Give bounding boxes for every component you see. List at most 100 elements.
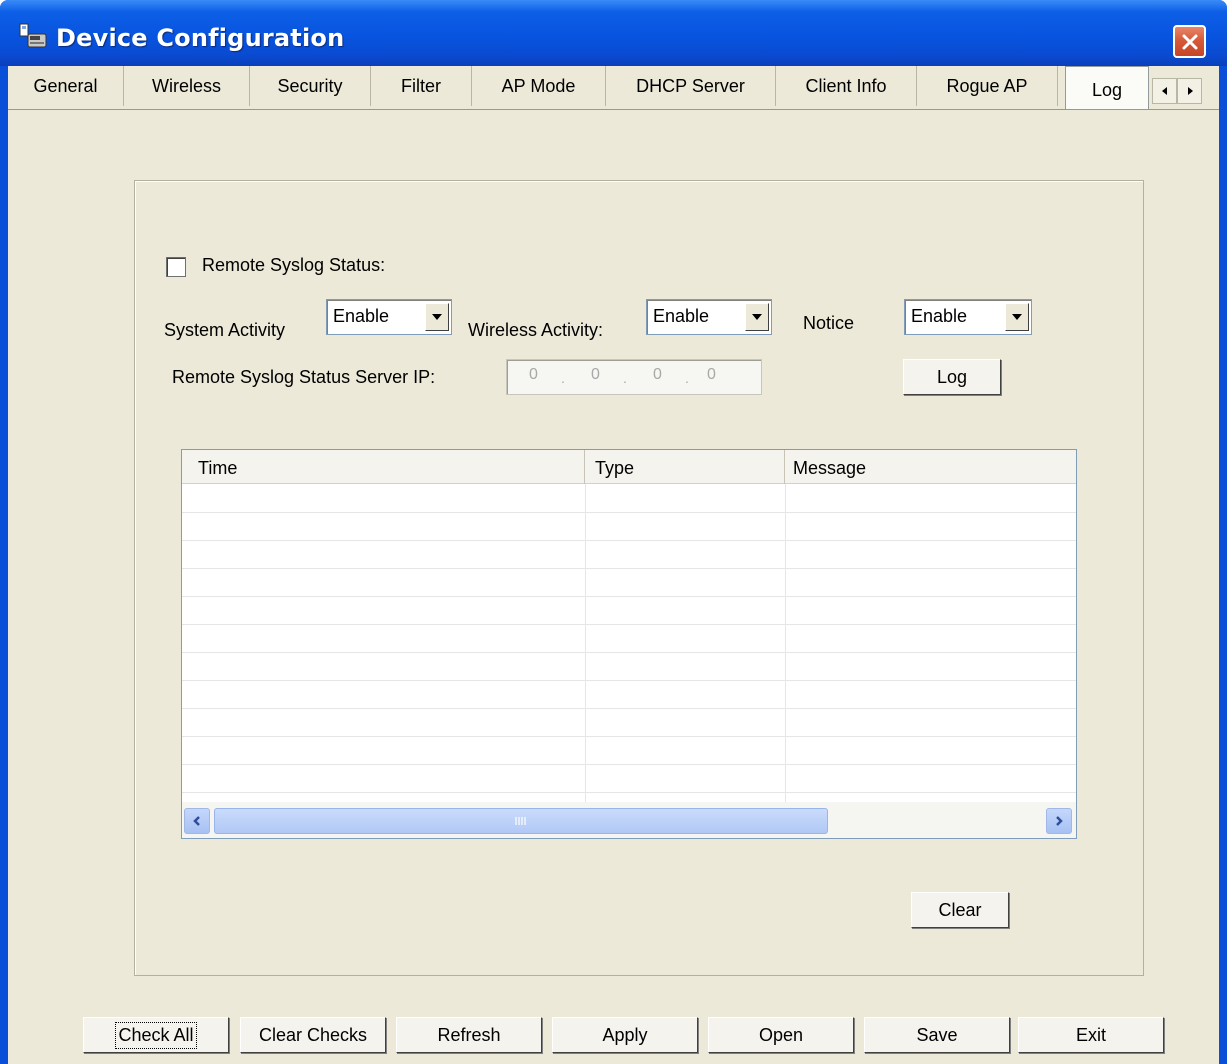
grid-line — [182, 708, 1076, 709]
tab-label: General — [33, 75, 98, 96]
ip-dot: . — [623, 370, 627, 386]
column-divider — [585, 484, 586, 804]
check-all-button[interactable]: Check All — [83, 1017, 229, 1053]
tab-label: AP Mode — [501, 75, 576, 96]
log-tab-page: Remote Syslog Status: System Activity En… — [8, 109, 1219, 1064]
system-activity-value: Enable — [333, 306, 390, 326]
wireless-activity-label: Wireless Activity: — [468, 320, 604, 340]
remote-syslog-label: Remote Syslog Status: — [202, 255, 386, 275]
column-header-label: Time — [198, 458, 238, 478]
check-all-label: Check All — [115, 1021, 197, 1049]
notice-select[interactable]: Enable — [904, 299, 1032, 335]
chevron-down-icon — [432, 314, 442, 320]
tab-label: Rogue AP — [946, 75, 1028, 96]
grid-line — [182, 764, 1076, 765]
arrow-left-icon — [1161, 87, 1167, 95]
grip-icon — [515, 817, 526, 825]
clear-checks-button[interactable]: Clear Checks — [240, 1017, 386, 1053]
chevron-down-icon — [1012, 314, 1022, 320]
grid-line — [182, 596, 1076, 597]
tab-label: Security — [277, 75, 343, 96]
save-button[interactable]: Save — [864, 1017, 1010, 1053]
open-button[interactable]: Open — [708, 1017, 854, 1053]
server-ip-field[interactable]: 0 . 0 . 0 . 0 — [506, 359, 762, 395]
tab-label: Filter — [401, 75, 441, 96]
wireless-activity-select[interactable]: Enable — [646, 299, 772, 335]
scroll-thumb[interactable] — [214, 808, 828, 834]
ip-dot: . — [561, 370, 565, 386]
ip-dot: . — [685, 370, 689, 386]
chevron-left-icon — [193, 816, 200, 826]
notice-value: Enable — [911, 306, 968, 326]
chevron-right-icon — [1056, 816, 1063, 826]
tab-scroll-arrows — [1152, 78, 1202, 104]
log-table-header: Time Type Message — [182, 450, 1076, 484]
exit-label: Exit — [1075, 1024, 1106, 1045]
tab-label: Wireless — [151, 75, 221, 96]
open-label: Open — [758, 1024, 804, 1045]
tab-wireless[interactable]: Wireless — [124, 66, 250, 106]
grid-line — [182, 540, 1076, 541]
server-ip-label: Remote Syslog Status Server IP: — [172, 367, 436, 387]
ip-octet-4: 0 — [707, 366, 716, 383]
window-client-area: General Wireless Security Filter AP Mode… — [8, 66, 1219, 1064]
exit-button[interactable]: Exit — [1018, 1017, 1164, 1053]
grid-line — [182, 736, 1076, 737]
tab-scroll-right-button[interactable] — [1177, 78, 1202, 104]
dropdown-button[interactable] — [425, 303, 449, 331]
tab-ap-mode[interactable]: AP Mode — [472, 66, 606, 106]
clear-log-button[interactable]: Clear — [911, 892, 1009, 928]
grid-line — [182, 792, 1076, 793]
scroll-right-button[interactable] — [1046, 808, 1072, 834]
apply-button[interactable]: Apply — [552, 1017, 698, 1053]
dropdown-button[interactable] — [1005, 303, 1029, 331]
tab-security[interactable]: Security — [250, 66, 371, 106]
column-header-type[interactable]: Type — [585, 450, 785, 484]
column-divider — [785, 484, 786, 804]
window-title: Device Configuration — [56, 24, 345, 52]
tab-label: Client Info — [805, 75, 887, 96]
tab-general[interactable]: General — [8, 66, 124, 106]
scroll-left-button[interactable] — [184, 808, 210, 834]
close-button[interactable] — [1173, 25, 1206, 58]
column-header-label: Message — [793, 458, 867, 478]
log-table[interactable]: Time Type Message — [181, 449, 1077, 839]
ip-octet-2: 0 — [591, 366, 600, 383]
wireless-activity-value: Enable — [653, 306, 710, 326]
tab-client-info[interactable]: Client Info — [776, 66, 917, 106]
log-button-label: Log — [936, 366, 968, 387]
grid-line — [182, 624, 1076, 625]
column-header-message[interactable]: Message — [785, 450, 1076, 484]
clear-checks-label: Clear Checks — [258, 1024, 368, 1045]
device-configuration-window: Device Configuration General Wireless Se… — [0, 0, 1227, 1064]
grid-line — [182, 568, 1076, 569]
system-activity-label: System Activity — [164, 320, 286, 340]
ip-octet-3: 0 — [653, 366, 662, 383]
close-icon — [1182, 34, 1197, 49]
arrow-right-icon — [1187, 87, 1193, 95]
title-bar[interactable]: Device Configuration — [0, 0, 1227, 66]
dropdown-button[interactable] — [745, 303, 769, 331]
ip-octet-1: 0 — [529, 366, 538, 383]
tab-strip: General Wireless Security Filter AP Mode… — [8, 66, 1219, 110]
refresh-button[interactable]: Refresh — [396, 1017, 542, 1053]
column-header-label: Type — [595, 458, 635, 478]
tab-filter[interactable]: Filter — [371, 66, 472, 106]
log-button[interactable]: Log — [903, 359, 1001, 395]
tab-dhcp-server[interactable]: DHCP Server — [606, 66, 776, 106]
notice-label: Notice — [803, 313, 855, 333]
tab-label: Log — [1091, 80, 1123, 100]
clear-button-label: Clear — [938, 899, 982, 920]
remote-syslog-checkbox[interactable] — [166, 257, 186, 277]
apply-label: Apply — [602, 1024, 648, 1045]
horizontal-scrollbar[interactable] — [182, 802, 1076, 838]
column-header-time[interactable]: Time — [182, 450, 585, 484]
tab-scroll-left-button[interactable] — [1152, 78, 1177, 104]
tab-rogue-ap[interactable]: Rogue AP — [917, 66, 1058, 106]
tab-label: DHCP Server — [636, 75, 745, 96]
grid-line — [182, 512, 1076, 513]
system-activity-select[interactable]: Enable — [326, 299, 452, 335]
chevron-down-icon — [752, 314, 762, 320]
tab-log[interactable]: Log — [1065, 66, 1149, 110]
device-config-icon — [18, 22, 48, 50]
